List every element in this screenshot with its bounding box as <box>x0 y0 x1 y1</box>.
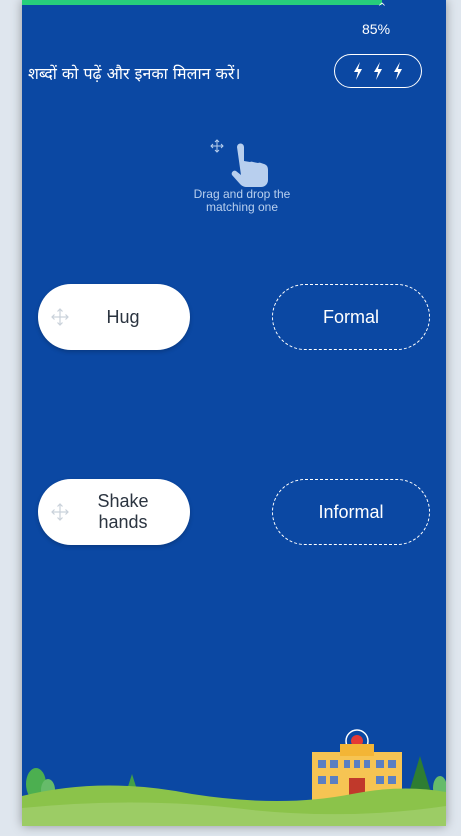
drag-card-label: Hug <box>106 306 140 327</box>
school-landscape-illustration <box>22 729 446 826</box>
drag-card-hug[interactable]: Hug <box>38 284 190 350</box>
progress-caret: ^ <box>377 2 387 13</box>
drag-card-label: Shake hands <box>97 491 149 532</box>
progress-percent: 85% <box>362 21 391 37</box>
lightning-bolt-icon <box>374 62 382 80</box>
lives-indicator <box>334 54 422 88</box>
progress-fill <box>22 0 383 5</box>
drop-target-formal[interactable]: Formal <box>272 284 430 350</box>
move-arrows-icon <box>210 139 224 153</box>
drag-card-shake-hands[interactable]: Shake hands <box>38 479 190 545</box>
instruction-text: शब्दों को पढ़ें और इनका मिलान करें। <box>28 64 241 83</box>
move-arrows-icon <box>51 308 69 326</box>
game-screen: ^ 85% शब्दों को पढ़ें और इनका मिलान करें… <box>22 0 446 826</box>
lightning-bolt-icon <box>354 62 362 80</box>
hand-pointer-icon <box>231 143 268 187</box>
lightning-bolt-icon <box>394 62 402 80</box>
move-arrows-icon <box>51 503 69 521</box>
drop-target-informal[interactable]: Informal <box>272 479 430 545</box>
drag-hint-text: Drag and drop the matching one <box>193 187 291 214</box>
